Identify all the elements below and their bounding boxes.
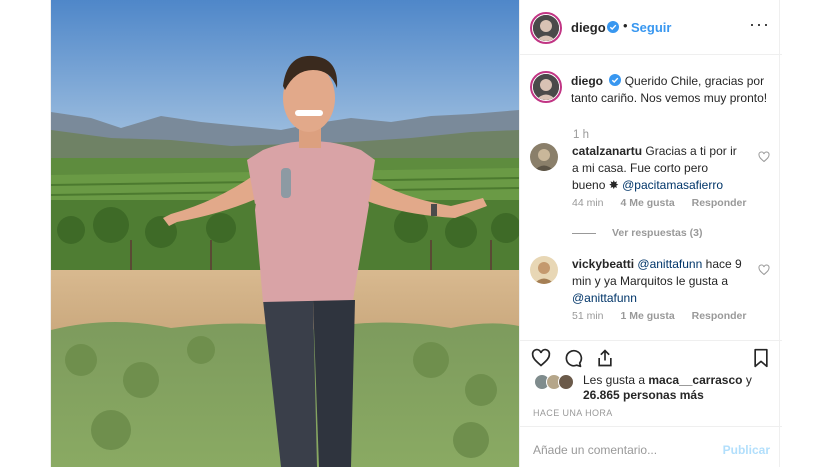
view-replies-button[interactable]: Ver respuestas (3) [572,227,702,239]
comment-likes[interactable]: 1 Me gusta [620,310,674,322]
view-replies-label: Ver respuestas (3) [612,227,703,239]
comment-mention[interactable]: @anittafunn [637,257,702,271]
post-photo[interactable] [51,0,519,467]
comment-likes[interactable]: 4 Me gusta [620,197,674,209]
caption-text: diego Querido Chile, gracias por tanto c… [571,73,771,107]
liked-by-text: Les gusta a maca__carrasco y 26.865 pers… [583,373,773,403]
commenter-username[interactable]: vickybeatti [572,257,634,271]
verified-badge-icon [609,74,622,86]
caption-username[interactable]: diego [571,74,603,88]
commenter-avatar[interactable] [530,256,558,284]
comment-meta: 51 min 1 Me gusta Responder [572,310,760,322]
caption-time[interactable]: 1 h [573,129,589,141]
liked-by-user[interactable]: maca__carrasco [648,373,742,387]
liked-by: Les gusta a maca__carrasco y 26.865 pers… [530,372,770,404]
replies-line [572,232,596,234]
reply-button[interactable]: Responder [692,310,747,322]
posted-time[interactable]: HACE UNA HORA [533,408,613,418]
commenter-avatar[interactable] [530,143,558,171]
separator-dot: • [623,18,628,33]
liker-avatar[interactable] [558,374,574,390]
comments-section: diego Querido Chile, gracias por tanto c… [520,56,782,340]
post-side-panel: diego • Seguir ··· diego Querido Chile, … [519,0,782,467]
comment-text: vickybeatti @anittafunn hace 9 min y ya … [572,256,744,307]
add-comment-bar: Añade un comentario... Publicar [520,426,782,467]
comment-time[interactable]: 51 min [572,310,604,322]
comment-text: catalzanartu Gracias a ti por ir a mi ca… [572,143,744,194]
vineyard-photo [51,0,519,467]
caption-avatar[interactable] [530,71,562,103]
likes-count[interactable]: 26.865 personas más [583,388,704,402]
author-username[interactable]: diego [571,20,606,35]
comment-mention[interactable]: @pacitamasafierro [622,178,723,192]
liked-by-and: y [745,373,752,387]
comment-meta: 44 min 4 Me gusta Responder [572,197,760,209]
comment-mention[interactable]: @anittafunn [572,291,637,305]
instagram-post: diego • Seguir ··· diego Querido Chile, … [50,0,782,467]
share-icon[interactable] [595,348,615,368]
comment-time[interactable]: 44 min [572,197,604,209]
author-avatar[interactable] [530,12,562,44]
heart-icon[interactable] [531,348,551,368]
publish-button[interactable]: Publicar [723,443,770,457]
comment-emoji: ✸ [608,178,619,192]
action-bar [520,340,782,370]
liked-by-avatars [534,374,578,390]
like-comment-heart-icon[interactable] [758,264,770,276]
comment-input[interactable]: Añade un comentario... [533,443,657,457]
bookmark-icon[interactable] [751,348,771,368]
verified-badge-icon [607,21,619,33]
more-options-icon[interactable]: ··· [749,14,770,35]
like-comment-heart-icon[interactable] [758,151,770,163]
comment-icon[interactable] [563,348,583,368]
commenter-username[interactable]: catalzanartu [572,144,642,158]
liked-by-prefix: Les gusta a [583,373,646,387]
reply-button[interactable]: Responder [692,197,747,209]
post-header: diego • Seguir ··· [520,0,782,55]
follow-button[interactable]: Seguir [631,20,671,35]
